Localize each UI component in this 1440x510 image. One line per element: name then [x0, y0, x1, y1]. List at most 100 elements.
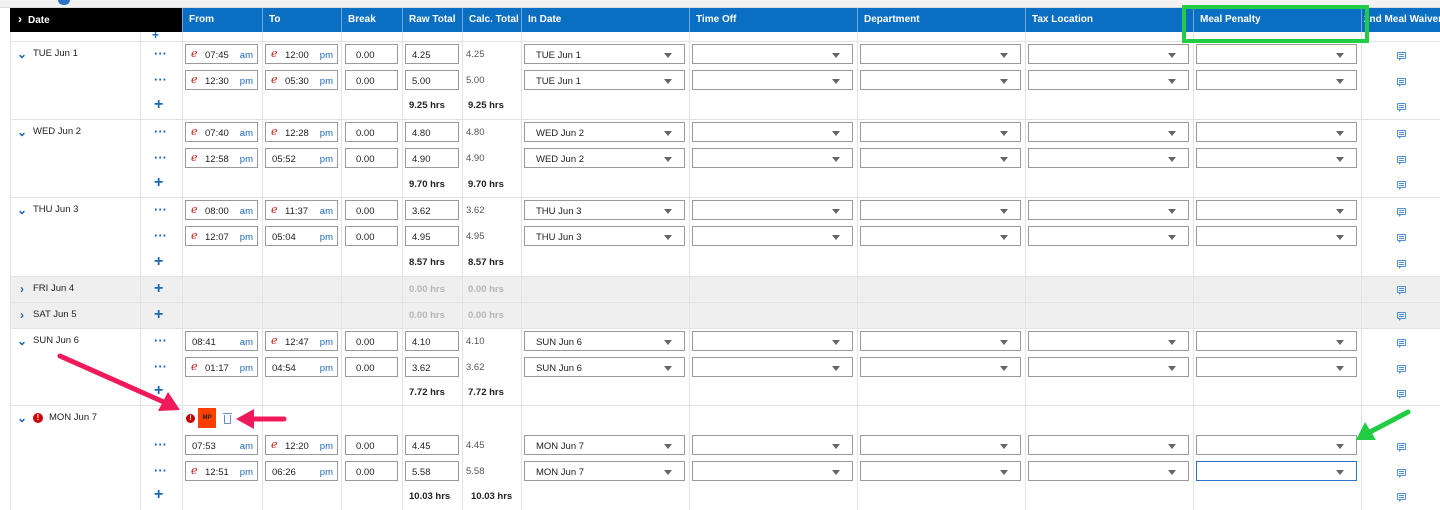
- raw-total-input[interactable]: 5.58: [405, 461, 459, 481]
- from-time-input[interactable]: 07:53 am: [185, 435, 258, 455]
- raw-total-input[interactable]: 4.95: [405, 226, 459, 246]
- day-header-fri[interactable]: › FRI Jun 4: [17, 283, 74, 295]
- time-off-select[interactable]: [692, 357, 853, 377]
- meal-penalty-select[interactable]: [1196, 200, 1357, 220]
- in-date-select[interactable]: WED Jun 2: [524, 122, 685, 142]
- in-date-select[interactable]: TUE Jun 1: [524, 44, 685, 64]
- row-more-ellipsis-icon[interactable]: ···: [154, 47, 167, 60]
- break-input[interactable]: 0.00: [345, 122, 398, 142]
- from-time-input[interactable]: 08:41 am: [185, 331, 258, 351]
- day-header-mon[interactable]: ⌄! MON Jun 7: [17, 412, 97, 424]
- comment-icon[interactable]: [1397, 339, 1406, 348]
- meridiem[interactable]: pm: [320, 363, 333, 374]
- meridiem[interactable]: pm: [320, 467, 333, 478]
- comment-icon[interactable]: [1397, 103, 1406, 112]
- comment-icon[interactable]: [1397, 312, 1406, 321]
- row-more-ellipsis-icon[interactable]: ···: [154, 360, 167, 373]
- break-input[interactable]: 0.00: [345, 200, 398, 220]
- meridiem[interactable]: pm: [320, 128, 333, 139]
- break-input[interactable]: 0.00: [345, 44, 398, 64]
- tax-location-select[interactable]: [1028, 44, 1189, 64]
- comment-icon[interactable]: [1397, 260, 1406, 269]
- meridiem[interactable]: am: [320, 206, 333, 217]
- time-off-select[interactable]: [692, 435, 853, 455]
- meridiem[interactable]: pm: [320, 441, 333, 452]
- meal-penalty-select[interactable]: [1196, 70, 1357, 90]
- row-more-ellipsis-icon[interactable]: ···: [154, 334, 167, 347]
- tax-location-select[interactable]: [1028, 435, 1189, 455]
- time-off-select[interactable]: [692, 122, 853, 142]
- in-date-select[interactable]: THU Jun 3: [524, 200, 685, 220]
- meridiem[interactable]: am: [240, 50, 253, 61]
- row-more-ellipsis-icon[interactable]: ···: [154, 438, 167, 451]
- raw-total-input[interactable]: 4.25: [405, 44, 459, 64]
- break-input[interactable]: 0.00: [345, 226, 398, 246]
- day-header-sun[interactable]: ⌄ SUN Jun 6: [17, 335, 79, 347]
- meridiem[interactable]: pm: [240, 232, 253, 243]
- to-time-input[interactable]: e 12:20 pm: [265, 435, 338, 455]
- row-more-ellipsis-icon[interactable]: ···: [154, 229, 167, 242]
- to-time-input[interactable]: 04:54 pm: [265, 357, 338, 377]
- to-time-input[interactable]: e 12:28 pm: [265, 122, 338, 142]
- chevron-down-icon[interactable]: ⌄: [17, 48, 27, 60]
- meridiem[interactable]: pm: [240, 467, 253, 478]
- day-header-tue[interactable]: ⌄ TUE Jun 1: [17, 48, 78, 60]
- meal-penalty-select[interactable]: [1196, 435, 1357, 455]
- meridiem[interactable]: pm: [320, 50, 333, 61]
- comment-icon[interactable]: [1397, 390, 1406, 399]
- meal-penalty-select[interactable]: [1196, 357, 1357, 377]
- to-time-input[interactable]: e 12:47 pm: [265, 331, 338, 351]
- department-select[interactable]: [860, 435, 1021, 455]
- raw-total-input[interactable]: 3.62: [405, 357, 459, 377]
- comment-icon[interactable]: [1397, 156, 1406, 165]
- time-off-select[interactable]: [692, 226, 853, 246]
- raw-total-input[interactable]: 5.00: [405, 70, 459, 90]
- from-time-input[interactable]: e 08:00 am: [185, 200, 258, 220]
- break-input[interactable]: 0.00: [345, 148, 398, 168]
- tax-location-select[interactable]: [1028, 148, 1189, 168]
- expand-all-chevron-icon[interactable]: ›: [18, 13, 22, 25]
- row-more-ellipsis-icon[interactable]: ···: [154, 151, 167, 164]
- meal-penalty-badge[interactable]: MP: [198, 408, 216, 428]
- from-time-input[interactable]: e 12:51 pm: [185, 461, 258, 481]
- meridiem[interactable]: pm: [320, 76, 333, 87]
- tax-location-select[interactable]: [1028, 122, 1189, 142]
- comment-icon[interactable]: [1397, 181, 1406, 190]
- comment-icon[interactable]: [1397, 78, 1406, 87]
- add-entry-plus-icon[interactable]: +: [154, 281, 163, 297]
- in-date-select[interactable]: MON Jun 7: [524, 461, 685, 481]
- comment-icon[interactable]: [1397, 234, 1406, 243]
- comment-icon[interactable]: [1397, 130, 1406, 139]
- header-date[interactable]: › Date: [10, 8, 140, 32]
- to-time-input[interactable]: e 05:30 pm: [265, 70, 338, 90]
- row-more-ellipsis-icon[interactable]: ···: [154, 73, 167, 86]
- meal-penalty-select[interactable]: [1196, 461, 1357, 481]
- from-time-input[interactable]: e 07:45 am: [185, 44, 258, 64]
- in-date-select[interactable]: SUN Jun 6: [524, 331, 685, 351]
- comment-icon[interactable]: [1397, 443, 1406, 452]
- meridiem[interactable]: pm: [240, 363, 253, 374]
- day-header-thu[interactable]: ⌄ THU Jun 3: [17, 204, 78, 216]
- department-select[interactable]: [860, 226, 1021, 246]
- in-date-select[interactable]: THU Jun 3: [524, 226, 685, 246]
- department-select[interactable]: [860, 70, 1021, 90]
- department-select[interactable]: [860, 357, 1021, 377]
- comment-icon[interactable]: [1397, 493, 1406, 502]
- raw-total-input[interactable]: 4.10: [405, 331, 459, 351]
- time-off-select[interactable]: [692, 148, 853, 168]
- add-entry-plus-icon[interactable]: +: [154, 175, 163, 191]
- chevron-down-icon[interactable]: ⌄: [17, 412, 27, 424]
- time-off-select[interactable]: [692, 44, 853, 64]
- chevron-right-icon[interactable]: ›: [17, 309, 27, 321]
- comment-icon[interactable]: [1397, 286, 1406, 295]
- department-select[interactable]: [860, 122, 1021, 142]
- to-time-input[interactable]: 06:26 pm: [265, 461, 338, 481]
- to-time-input[interactable]: e 11:37 am: [265, 200, 338, 220]
- raw-total-input[interactable]: 3.62: [405, 200, 459, 220]
- tax-location-select[interactable]: [1028, 200, 1189, 220]
- meridiem[interactable]: am: [240, 128, 253, 139]
- from-time-input[interactable]: e 12:07 pm: [185, 226, 258, 246]
- from-time-input[interactable]: e 07:40 am: [185, 122, 258, 142]
- comment-icon[interactable]: [1397, 208, 1406, 217]
- day-header-sat[interactable]: › SAT Jun 5: [17, 309, 76, 321]
